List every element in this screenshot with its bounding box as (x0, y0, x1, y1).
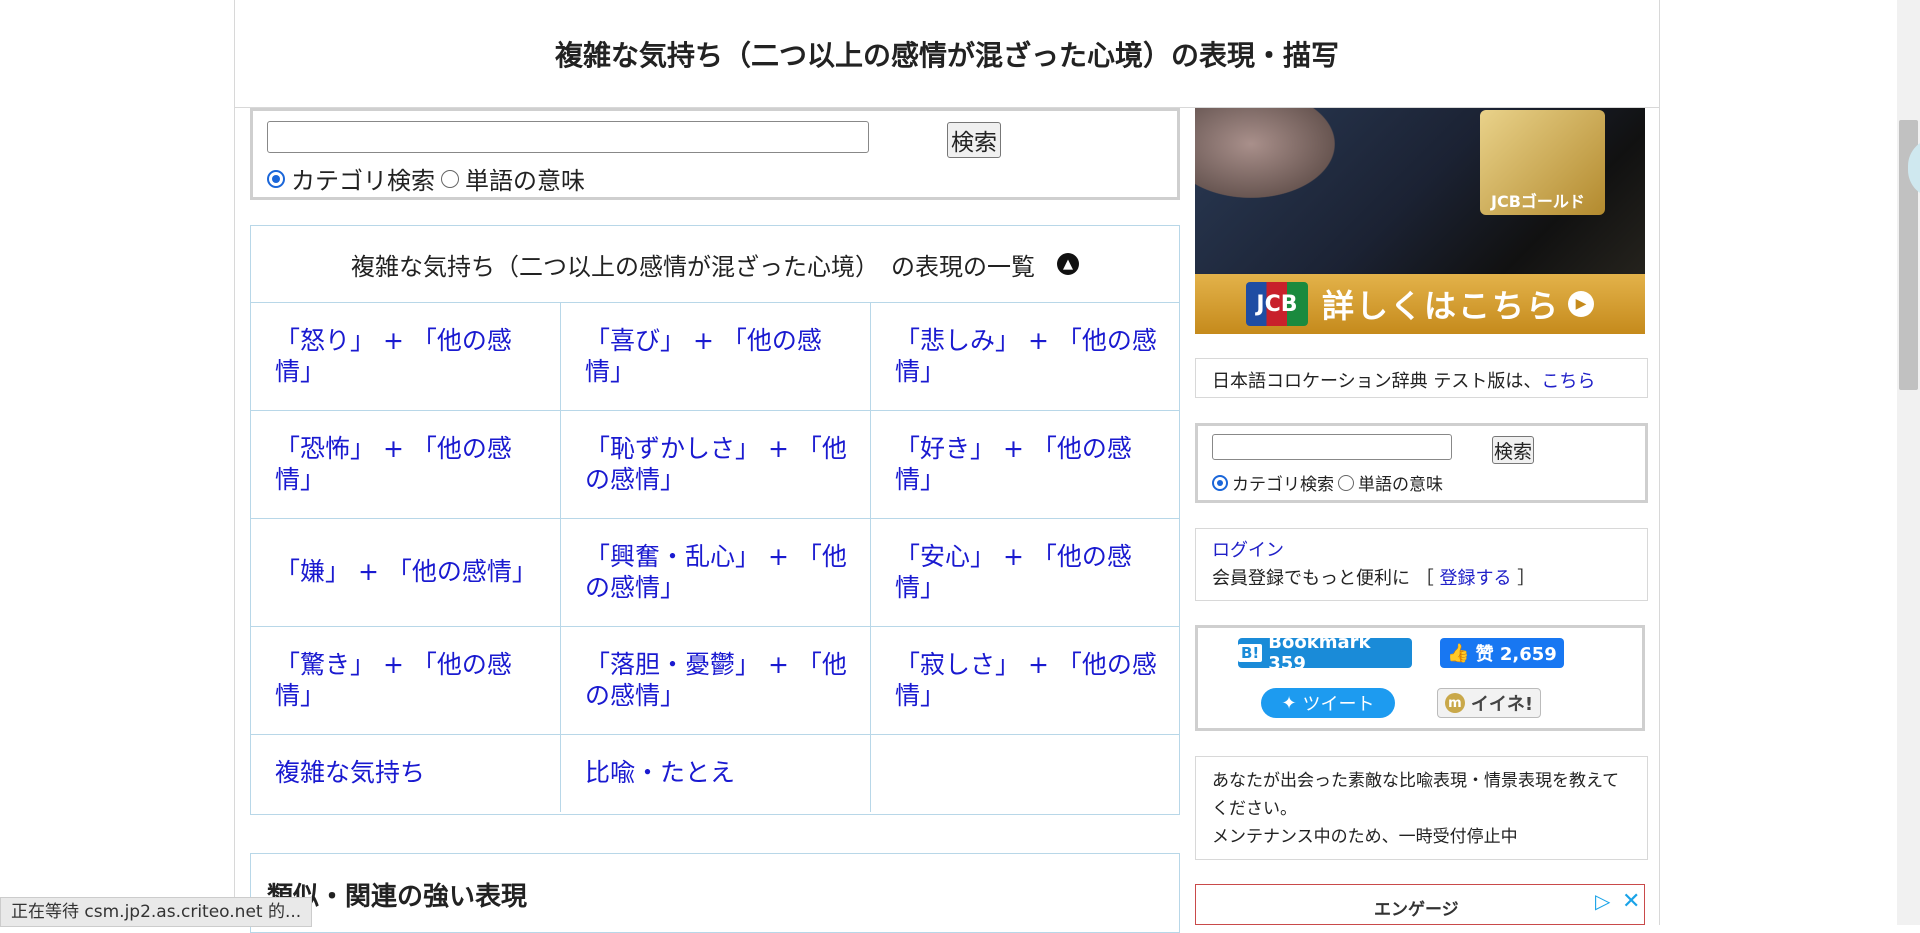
thumbs-up-icon: 👍 (1447, 642, 1470, 664)
page-title: 複雑な気持ち（二つ以上の感情が混ざった心境）の表現・描写 (554, 38, 1339, 72)
list-item: 「恐怖」 + 「他の感情」 (251, 411, 561, 519)
radio-category-search[interactable] (267, 169, 285, 188)
close-icon[interactable]: ✕ (1622, 889, 1640, 914)
hatena-label: Bookmark 359 (1268, 632, 1371, 674)
bottom-ad[interactable]: エンゲージ ▷ ✕ (1195, 884, 1645, 925)
mixi-like-button[interactable]: m イイネ! (1437, 688, 1541, 718)
login-link[interactable]: ログイン (1212, 540, 1284, 561)
list-item: 「興奮・乱心」 + 「他の感情」 (561, 519, 871, 627)
sidebar-search-button[interactable]: 検索 (1492, 436, 1534, 464)
list-item: 「落胆・憂鬱」 + 「他の感情」 (561, 627, 871, 735)
mixi-label: イイネ! (1470, 694, 1534, 715)
expression-link[interactable]: 比喩・たとえ (585, 758, 735, 787)
expression-link[interactable]: 「寂しさ」 + 「他の感情」 (895, 650, 1157, 710)
expression-list-table: 複雑な気持ち（二つ以上の感情が混ざった心境） の表現の一覧 ▲ 「怒り」 + 「… (250, 225, 1180, 815)
expression-link[interactable]: 「怒り」 + 「他の感情」 (275, 326, 512, 386)
sidebar-search-input[interactable] (1212, 434, 1452, 460)
tweet-label: ツイート (1302, 694, 1375, 715)
ad-cta-text: 詳しくはこちら (1321, 287, 1560, 325)
hand-image (1195, 108, 1335, 198)
search-button[interactable]: 検索 (947, 122, 1001, 158)
search-form: 検索 カテゴリ検索 単語の意味 (250, 108, 1180, 200)
list-item: 複雑な気持ち (251, 735, 561, 812)
related-heading: 類似・関連の強い表現 (267, 882, 528, 912)
register-link[interactable]: 登録する (1439, 568, 1511, 589)
jcb-logo: JCB (1245, 282, 1308, 326)
hatena-bookmark-button[interactable]: B! Bookmark 359 (1238, 632, 1412, 674)
list-item: 「安心」 + 「他の感情」 (871, 519, 1179, 627)
expression-link[interactable]: 「恐怖」 + 「他の感情」 (275, 434, 512, 494)
list-item: 「驚き」 + 「他の感情」 (251, 627, 561, 735)
adchoices-icon[interactable]: ▷ (1595, 889, 1610, 913)
list-item-empty (871, 735, 1179, 812)
maintenance-text: メンテナンス中のため、一時受付停止中 (1212, 827, 1518, 847)
sidebar-search-form: 検索 カテゴリ検索 単語の意味 (1195, 423, 1648, 503)
list-item: 「喜び」 + 「他の感情」 (561, 303, 871, 411)
sidebar-radio-word-meaning[interactable] (1338, 474, 1354, 491)
mixi-icon: m (1444, 693, 1465, 713)
chevron-up-icon[interactable]: ▲ (1057, 253, 1079, 275)
facebook-like-label: 赞 2,659 (1475, 644, 1557, 665)
expression-link[interactable]: 「安心」 + 「他の感情」 (895, 542, 1132, 602)
engage-ad-label: エンゲージ (1374, 900, 1459, 920)
sidebar-search-mode-radios: カテゴリ検索 単語の意味 (1212, 470, 1443, 495)
expression-list-title: 複雑な気持ち（二つ以上の感情が混ざった心境） の表現の一覧 (351, 252, 1035, 281)
collocation-notice: 日本語コロケーション辞典 テスト版は、こちら (1195, 358, 1648, 398)
login-box: ログイン 会員登録でもっと便利に ［ 登録する ］ (1195, 528, 1648, 601)
page-header: 複雑な気持ち（二つ以上の感情が混ざった心境）の表現・描写 (235, 0, 1659, 108)
expression-link[interactable]: 「興奮・乱心」 + 「他の感情」 (585, 542, 847, 602)
expression-link[interactable]: 「恥ずかしさ」 + 「他の感情」 (585, 434, 847, 494)
sidebar-radio-word-label: 単語の意味 (1358, 475, 1443, 495)
tweet-button[interactable]: ✦ ツイート (1261, 688, 1395, 718)
twitter-bird-icon: ✦ (1281, 692, 1297, 714)
expression-link[interactable]: 「好き」 + 「他の感情」 (895, 434, 1132, 494)
hatena-icon: B! (1238, 644, 1263, 662)
ad-cta-stripe[interactable]: JCB 詳しくはこちら ▶ (1195, 274, 1645, 334)
submission-notice: あなたが出会った素敵な比喩表現・情景表現を教えてください。 メンテナンス中のため… (1195, 756, 1648, 860)
facebook-like-button[interactable]: 👍 赞 2,659 (1440, 638, 1564, 668)
expression-grid: 「怒り」 + 「他の感情」 「喜び」 + 「他の感情」 「悲しみ」 + 「他の感… (251, 303, 1179, 812)
search-mode-radios: カテゴリ検索 単語の意味 (267, 161, 585, 196)
list-item: 比喩・たとえ (561, 735, 871, 812)
list-item: 「怒り」 + 「他の感情」 (251, 303, 561, 411)
register-prefix: 会員登録でもっと便利に ［ (1212, 568, 1434, 589)
expression-link[interactable]: 「悲しみ」 + 「他の感情」 (895, 326, 1157, 386)
list-item: 「恥ずかしさ」 + 「他の感情」 (561, 411, 871, 519)
radio-word-meaning[interactable] (441, 169, 459, 188)
radio-word-label: 単語の意味 (465, 167, 585, 195)
list-item: 「寂しさ」 + 「他の感情」 (871, 627, 1179, 735)
collocation-text: 日本語コロケーション辞典 テスト版は、 (1212, 371, 1542, 392)
card-name: JCBゴールド (1491, 192, 1585, 211)
social-share-box: B! Bookmark 359 👍 赞 2,659 ✦ ツイート m イイネ! (1195, 625, 1645, 731)
expression-link[interactable]: 「喜び」 + 「他の感情」 (585, 326, 822, 386)
expression-link[interactable]: 「落胆・憂鬱」 + 「他の感情」 (585, 650, 847, 710)
register-suffix: ］ (1517, 568, 1536, 589)
related-section: 類似・関連の強い表現 (250, 853, 1180, 933)
browser-status-bar: 正在等待 csm.jp2.as.criteo.net 的... (0, 897, 313, 927)
list-item: 「嫌」 + 「他の感情」 (251, 519, 561, 627)
expression-link[interactable]: 「驚き」 + 「他の感情」 (275, 650, 512, 710)
play-icon: ▶ (1568, 291, 1594, 317)
expression-list-caption[interactable]: 複雑な気持ち（二つ以上の感情が混ざった心境） の表現の一覧 ▲ (251, 226, 1179, 303)
ad-banner[interactable]: JCBゴールド JCB 詳しくはこちら ▶ (1195, 108, 1645, 334)
sidebar-radio-category-search[interactable] (1212, 474, 1228, 491)
sidebar-radio-category-label: カテゴリ検索 (1232, 475, 1334, 495)
radio-category-label: カテゴリ検索 (291, 167, 435, 195)
collocation-link[interactable]: こちら (1541, 371, 1595, 392)
list-item: 「悲しみ」 + 「他の感情」 (871, 303, 1179, 411)
list-item: 「好き」 + 「他の感情」 (871, 411, 1179, 519)
submission-invite-text: あなたが出会った素敵な比喩表現・情景表現を教えてください。 (1212, 771, 1620, 819)
search-input[interactable] (267, 121, 869, 153)
expression-link[interactable]: 複雑な気持ち (275, 758, 425, 787)
expression-link[interactable]: 「嫌」 + 「他の感情」 (275, 557, 537, 586)
